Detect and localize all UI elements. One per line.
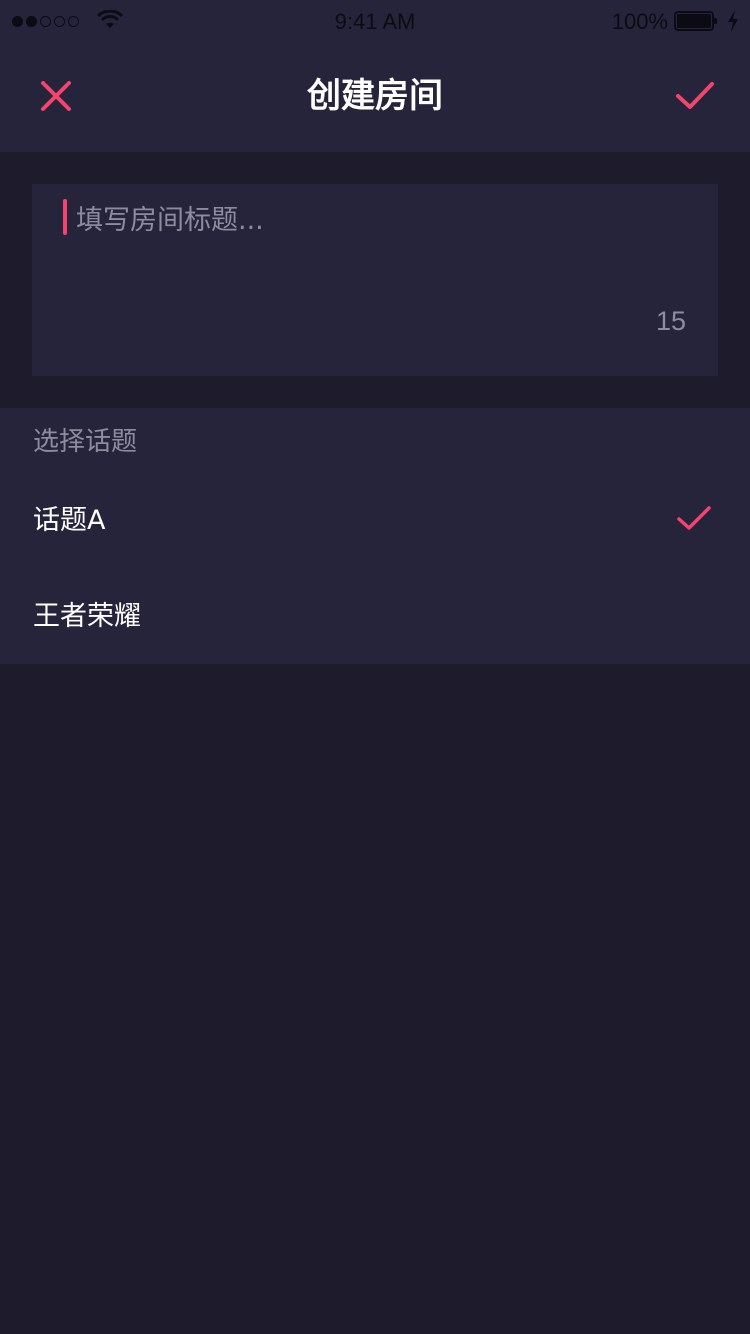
selected-checkmark-icon [677,506,711,530]
topic-section: 选择话题 话题A 王者荣耀 [0,408,750,664]
nav-bar: 创建房间 [0,44,750,152]
topic-section-label: 选择话题 [33,427,138,457]
battery-icon [674,11,717,31]
topic-label: 话题A [33,505,106,536]
topic-label: 王者荣耀 [33,601,141,632]
topic-item[interactable]: 话题A [0,476,750,568]
remaining-char-count: 15 [655,306,686,336]
room-title-section: 15 [0,152,750,408]
topic-item[interactable]: 王者荣耀 [0,572,750,664]
status-bar: 9:41 AM 100% [0,0,750,44]
battery-percentage: 100% [611,9,668,34]
page-title: 创建房间 [307,76,443,116]
checkmark-icon[interactable] [672,74,718,118]
room-title-input[interactable] [76,198,676,242]
room-title-box[interactable]: 15 [32,184,718,376]
create-room-screen: 9:41 AM 100% 创建房间 15 选择话题 话题A [0,0,750,1334]
charging-bolt-icon [728,10,738,32]
text-cursor [63,199,67,235]
